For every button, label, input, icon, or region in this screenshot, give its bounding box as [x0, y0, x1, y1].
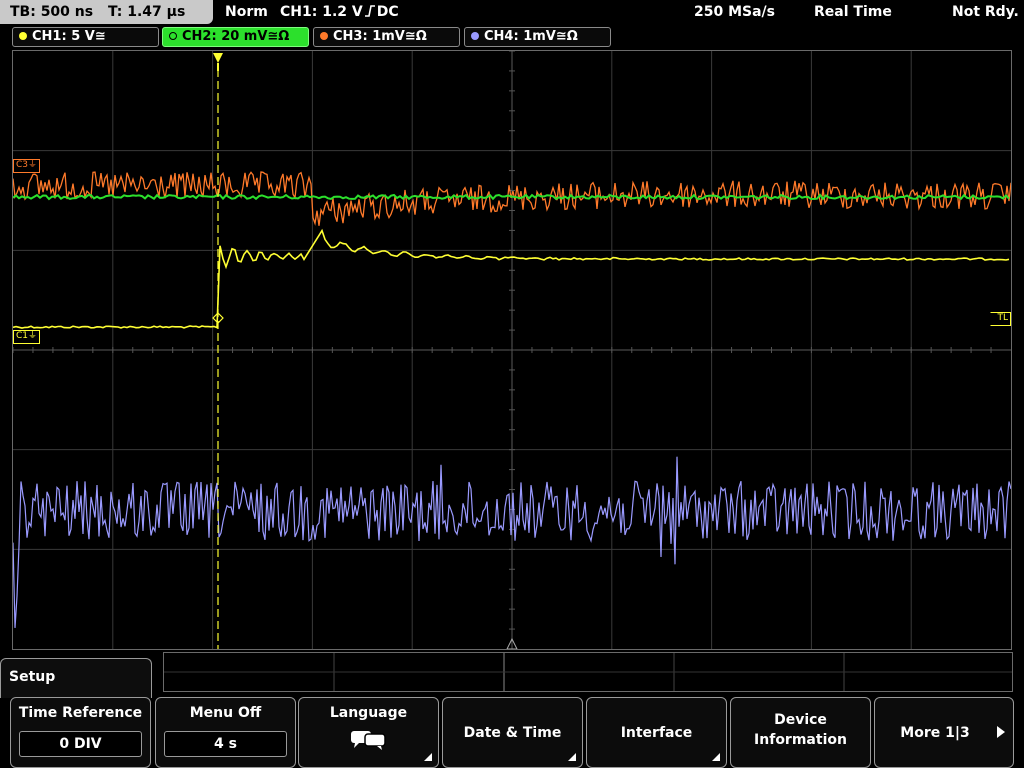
ch2-dot-icon [169, 32, 177, 40]
device-information-softkey[interactable]: Device Information [730, 697, 871, 768]
trigger-position-marker-icon[interactable] [213, 53, 223, 63]
channel-tab-ch3[interactable]: CH3: 1mV≅Ω [313, 27, 460, 47]
menu-title-tab: Setup [0, 658, 152, 698]
ch1-dot-icon [19, 32, 27, 40]
softkey-label: Time Reference [18, 705, 143, 721]
arrow-right-icon [997, 726, 1005, 738]
softkey-label: Language [329, 705, 408, 721]
ch3-marker-label: C3 [16, 160, 29, 170]
softkey-label: Interface [620, 724, 693, 741]
softkey-label: More 1|3 [900, 724, 970, 741]
trigger-source[interactable]: CH1: 1.2 V DC [280, 0, 399, 24]
rising-edge-icon [364, 5, 375, 17]
ch1-marker-label: C1 [16, 331, 29, 341]
softkey-value: 4 s [164, 731, 287, 757]
trigger-coupling: DC [376, 4, 399, 20]
channel-tab-ch4[interactable]: CH4: 1mV≅Ω [464, 27, 611, 47]
softkey-label: Date & Time [463, 724, 562, 741]
overview-strip [163, 652, 1013, 692]
submenu-corner-icon [568, 753, 576, 761]
graticule [13, 51, 1011, 649]
channel-tab-label: CH4: 1mV≅Ω [484, 29, 578, 44]
trigger-level-label: TL [997, 313, 1008, 323]
ch2-waveform [13, 193, 1010, 201]
ch1-offset-marker[interactable]: C1⏚ [13, 330, 41, 344]
channel-tab-label: CH3: 1mV≅Ω [333, 29, 427, 44]
timebase-box[interactable]: TB: 500 ns T: 1.47 µs [0, 0, 213, 24]
submenu-corner-icon [712, 753, 720, 761]
speech-bubble-icon [351, 731, 386, 750]
softkey-label-line2: Information [754, 732, 847, 748]
waveform-display[interactable]: C3⏚ C1⏚ TL [12, 50, 1012, 650]
acquisition-mode: Real Time [814, 4, 892, 20]
menu-off-softkey[interactable]: Menu Off 4 s [155, 697, 296, 768]
ch3-offset-marker[interactable]: C3⏚ [13, 159, 41, 173]
trigger-time-value: T: 1.47 µs [107, 4, 186, 20]
channel-tab-ch1[interactable]: CH1: 5 V≅ [12, 27, 159, 47]
timebase-value: TB: 500 ns [10, 4, 94, 20]
interface-softkey[interactable]: Interface [586, 697, 727, 768]
softkey-value: 0 DIV [19, 731, 142, 757]
channel-tab-ch2[interactable]: CH2: 20 mV≅Ω [162, 27, 309, 47]
more-softkey[interactable]: More 1|3 [874, 697, 1014, 768]
ch1-waveform [13, 228, 1010, 329]
ch4-dot-icon [471, 32, 479, 40]
language-softkey[interactable]: Language [298, 697, 439, 768]
trigger-source-label: CH1: 1.2 V [280, 4, 363, 20]
date-time-softkey[interactable]: Date & Time [442, 697, 583, 768]
submenu-corner-icon [424, 753, 432, 761]
sample-rate: 250 MSa/s [694, 4, 776, 20]
time-reference-softkey[interactable]: Time Reference 0 DIV [10, 697, 151, 768]
channel-tab-label: CH1: 5 V≅ [32, 29, 106, 44]
menu-title: Setup [9, 669, 56, 685]
ch3-dot-icon [320, 32, 328, 40]
trigger-ready-status: Not Rdy. [952, 4, 1019, 20]
trigger-level-marker[interactable]: TL [990, 312, 1011, 326]
trigger-mode[interactable]: Norm [225, 0, 268, 24]
softkey-label: Menu Off [189, 705, 262, 721]
softkey-label: Device [774, 712, 827, 728]
channel-tab-label: CH2: 20 mV≅Ω [182, 29, 290, 44]
